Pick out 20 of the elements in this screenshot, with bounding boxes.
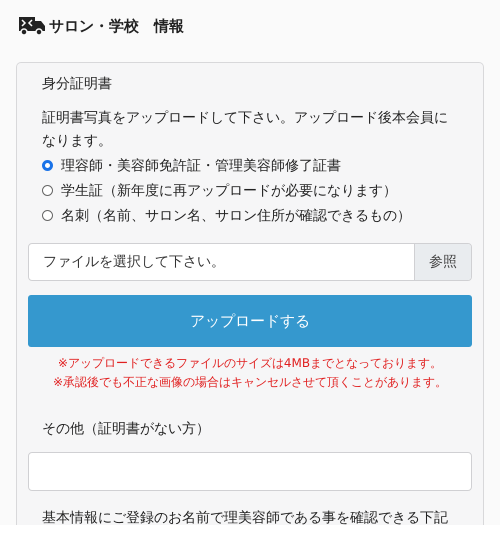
warning-note: ※アップロードできるファイルのサイズは4MBまでとなっております。 [56,355,444,372]
option-label: 学生証（新年度に再アップロードが必要になります） [61,182,397,200]
radio-button[interactable] [42,210,53,221]
warning-note: ※承認後でも不正な画像の場合はキャンセルさせて頂くことがあります。 [52,374,448,391]
radio-option[interactable]: 名刺（名前、サロン名、サロン住所が確認できるもの） [42,203,458,228]
page-title: サロン・学校 情報 [49,16,184,36]
instruction-text: 証明書写真をアップロードして下さい。アップロード後本会員になります。 [41,109,449,151]
radio-button[interactable] [42,160,53,171]
section-heading: その他（証明書がない方） [41,420,211,438]
browse-button[interactable]: 参照 [414,244,471,280]
truck-icon [18,16,46,36]
radio-option[interactable]: 学生証（新年度に再アップロードが必要になります） [42,178,458,203]
instruction-text: 基本情報にご登録のお名前で理美容師である事を確認できる下記 [41,509,449,525]
input-field[interactable] [28,452,472,491]
file-field[interactable]: ファイルを選択して下さい。 参照 [28,243,472,281]
radio-option[interactable]: 理容師・美容師免許証・管理美容師修了証書 [42,153,458,178]
radio-button[interactable] [42,185,53,196]
option-label: 理容師・美容師免許証・管理美容師修了証書 [61,156,341,174]
option-label: 名刺（名前、サロン名、サロン住所が確認できるもの） [61,206,411,224]
section-heading: 身分証明書 [41,75,113,93]
